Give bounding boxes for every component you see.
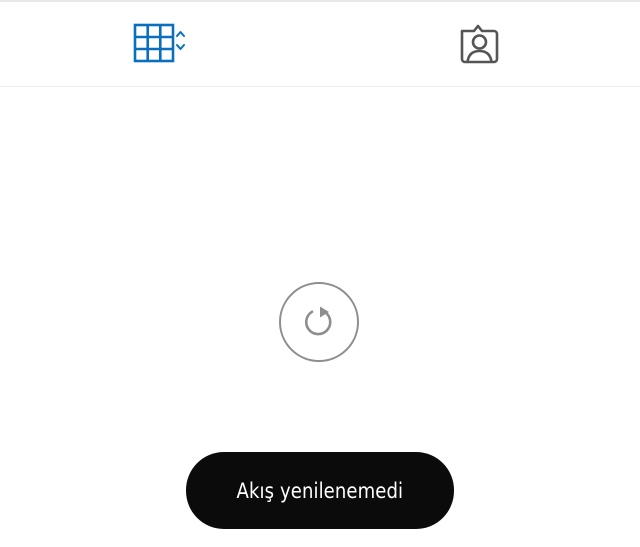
- error-toast: Akış yenilenemedi: [186, 452, 454, 529]
- chevron-up-down-icon: [176, 31, 185, 50]
- tab-tagged-photos[interactable]: [320, 2, 640, 86]
- tagged-person-icon: [460, 24, 499, 64]
- toast-message: Akış yenilenemedi: [236, 478, 404, 503]
- profile-tab-bar: [0, 2, 640, 87]
- tab-grid-view[interactable]: [0, 2, 320, 86]
- grid-icon-group: [133, 22, 189, 66]
- refresh-button[interactable]: [279, 282, 359, 362]
- grid-icon: [133, 23, 185, 63]
- refresh-icon: [304, 306, 332, 336]
